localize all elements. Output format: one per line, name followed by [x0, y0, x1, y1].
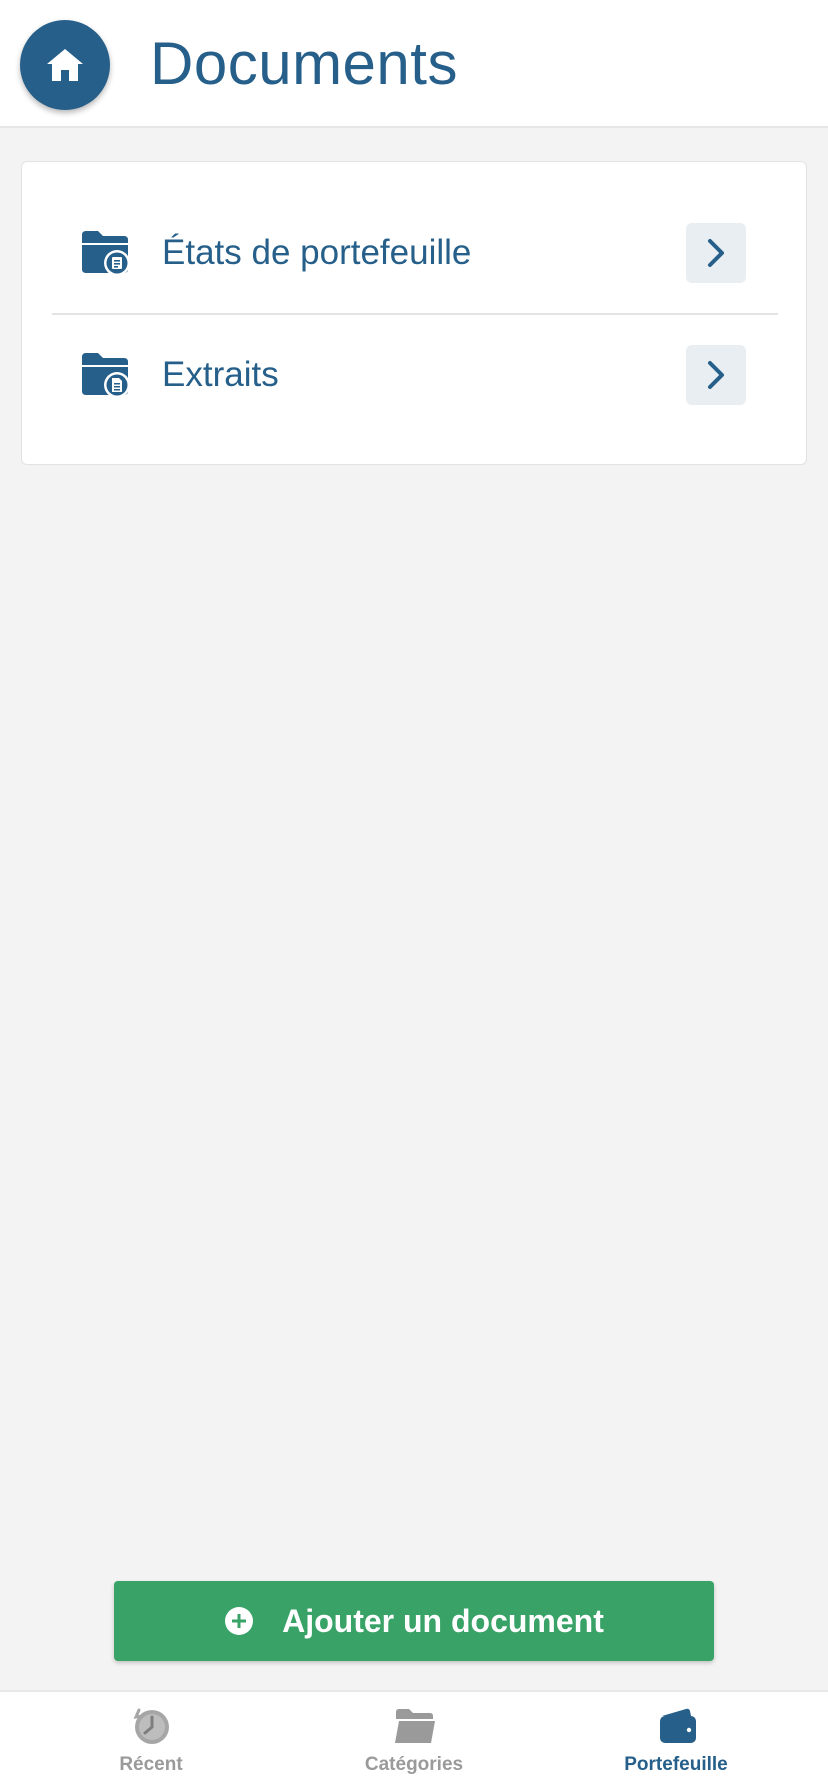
add-document-button[interactable]: Ajouter un document: [114, 1581, 714, 1661]
nav-label-categories: Catégories: [364, 1754, 464, 1775]
list-item-extraits[interactable]: Extraits: [52, 314, 778, 436]
nav-tab-recent[interactable]: Récent: [51, 1692, 251, 1792]
nav-label-recent: Récent: [119, 1754, 183, 1775]
nav-tab-wallet[interactable]: Portefeuille: [576, 1692, 776, 1792]
clock-icon: [133, 1708, 169, 1744]
folder-extract-icon: [82, 353, 130, 398]
home-button[interactable]: [20, 20, 110, 110]
open-extraits-button[interactable]: [686, 345, 746, 405]
nav-tab-categories[interactable]: Catégories: [314, 1692, 514, 1792]
list-item-label: États de portefeuille: [162, 233, 472, 272]
page-title: Documents: [150, 30, 458, 97]
list-item-label: Extraits: [162, 355, 279, 394]
folder-icon: [395, 1709, 435, 1743]
add-document-label: Ajouter un document: [282, 1602, 604, 1639]
home-icon: [47, 49, 83, 81]
folder-statement-icon: [82, 231, 130, 276]
nav-label-wallet: Portefeuille: [624, 1754, 728, 1775]
document-list-card: États de portefeuille Extraits: [21, 161, 807, 465]
open-etats-button[interactable]: [686, 223, 746, 283]
plus-circle-icon: [225, 1607, 254, 1635]
chevron-right-icon: [708, 361, 724, 389]
bottom-navigation: Récent Catégories Portefeuille: [0, 1690, 828, 1792]
list-item-etats-de-portefeuille[interactable]: États de portefeuille: [52, 192, 778, 314]
wallet-icon: [660, 1708, 696, 1743]
chevron-right-icon: [708, 239, 724, 267]
app-header: Documents: [0, 0, 828, 128]
